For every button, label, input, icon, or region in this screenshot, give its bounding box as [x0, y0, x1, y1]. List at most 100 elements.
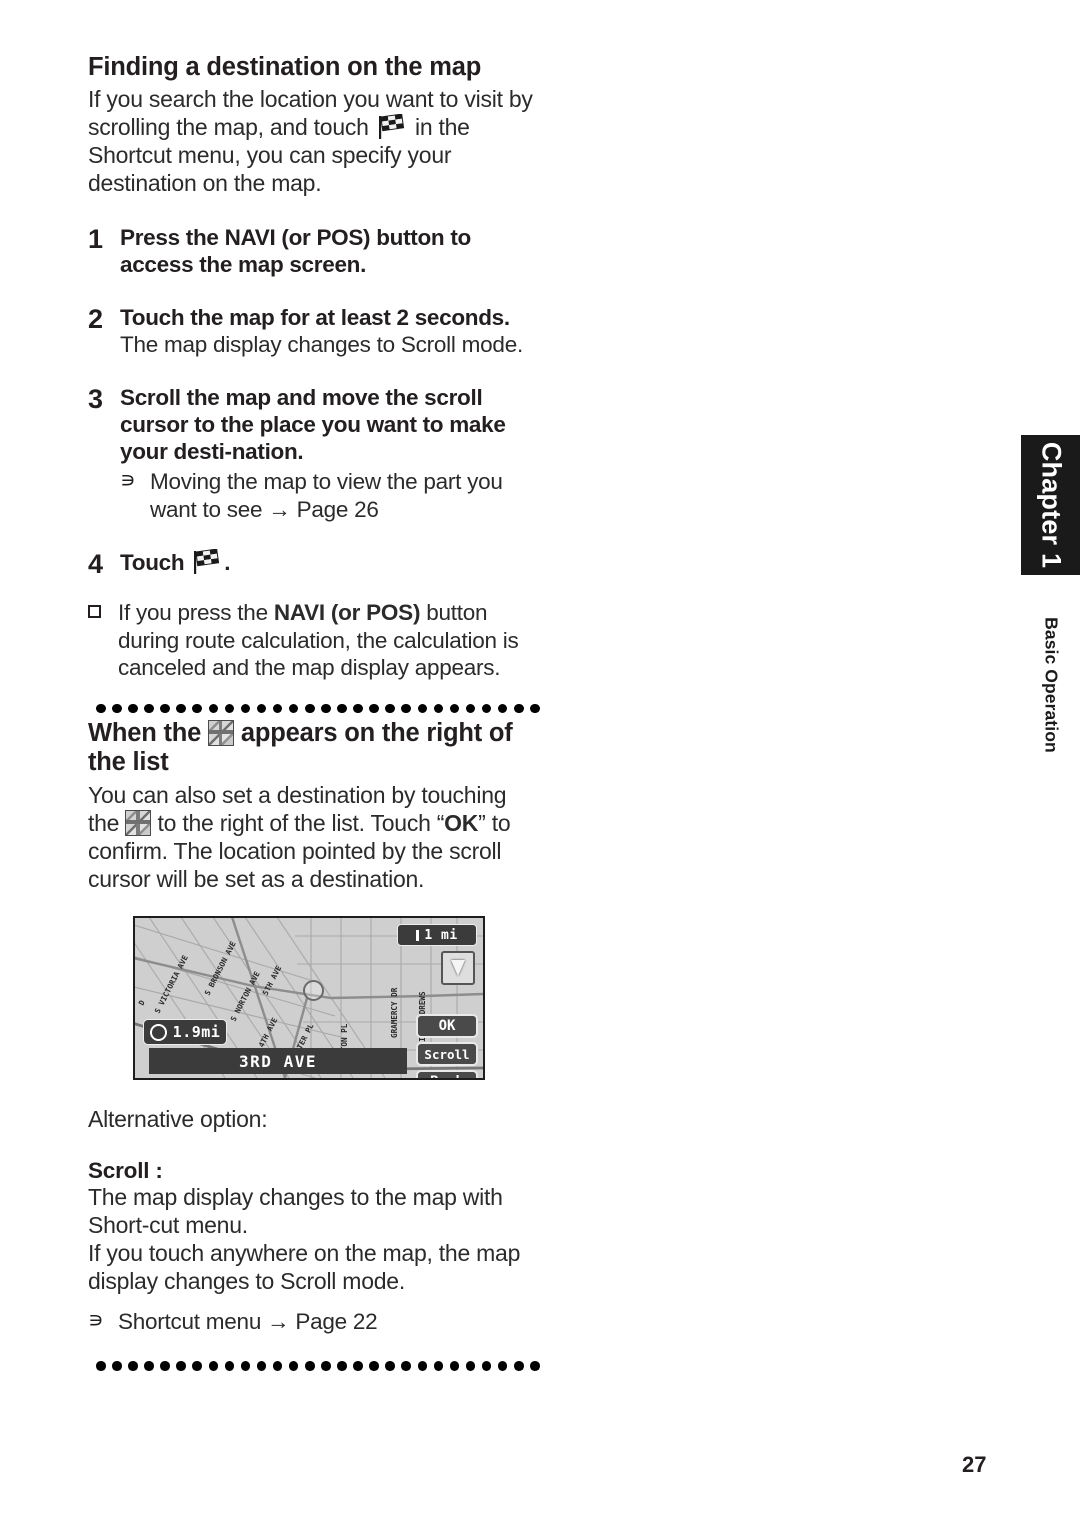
- right-arrow-icon: →: [268, 496, 291, 522]
- separator-dot: [224, 703, 235, 714]
- step-3-page-reference: Page 26: [296, 496, 379, 522]
- compass-button[interactable]: [441, 951, 475, 986]
- svg-text:GRAMERCY DR: GRAMERCY DR: [390, 987, 399, 1038]
- step-3-heading: Scroll the map and move the scroll curso…: [120, 385, 506, 465]
- separator-dot: [449, 703, 460, 714]
- page-number: 27: [962, 1452, 987, 1477]
- scroll-button[interactable]: Scroll: [416, 1042, 478, 1067]
- distance-label: 1.9mi: [172, 1023, 221, 1042]
- step-3-body: Scroll the map and move the scroll curso…: [120, 384, 540, 523]
- back-button[interactable]: Back: [416, 1070, 478, 1079]
- separator-dot: [96, 1361, 106, 1371]
- separator-dot: [256, 1361, 267, 1371]
- loop-arrow-icon: ∍: [88, 1307, 104, 1333]
- alternative-option-label: Alternative option:: [88, 1106, 268, 1133]
- current-street-bar: 3RD AVE: [149, 1048, 407, 1075]
- step-4-heading-pre: Touch: [120, 550, 191, 576]
- separator-dot: [417, 703, 428, 714]
- map-tile-icon: [125, 810, 152, 837]
- separator-dot: [369, 703, 379, 714]
- step-4-heading: Touch .: [120, 548, 540, 576]
- step-1-heading-bold: NAVI (or POS): [224, 224, 371, 250]
- step-4-number: 4: [88, 549, 104, 580]
- step-1-heading: Press the NAVI (or POS) button to access…: [120, 224, 540, 278]
- step-3-note: ∍ Moving the map to view the part you wa…: [120, 468, 540, 523]
- step-4-caution-note: If you press the NAVI (or POS) button du…: [88, 599, 540, 681]
- text-column: Finding a destination on the map If you …: [88, 52, 540, 1377]
- separator-dot: [272, 1361, 283, 1371]
- chapter-subtitle-label: Basic Operation: [1041, 617, 1061, 753]
- separator-dot: [240, 1361, 251, 1371]
- caution-text-bold: NAVI (or POS): [273, 600, 421, 626]
- section2-body-mid: to the right of the list. Touch “: [151, 810, 445, 837]
- separator-dot: [144, 1361, 154, 1371]
- loop-arrow-icon: ∍: [120, 468, 136, 494]
- section2-title-pre: When the: [88, 719, 209, 748]
- separator-dot: [353, 1361, 363, 1371]
- separator-dot: [272, 703, 283, 714]
- separator-dot: [514, 703, 524, 714]
- section-title-when-icon-appears: When the appears on the right of the lis…: [88, 719, 540, 776]
- separator-dot: [128, 1361, 138, 1371]
- alternative-option-body-1: The map display changes to the map with …: [88, 1183, 503, 1238]
- step-1: 1 Press the NAVI (or POS) button to acce…: [88, 224, 540, 278]
- separator-dot: [112, 703, 122, 714]
- separator-dot: [497, 703, 508, 714]
- scale-bar-icon: [416, 929, 420, 941]
- separator-dot: [96, 703, 106, 714]
- step-1-body: Press the NAVI (or POS) button to access…: [120, 224, 540, 278]
- alternative-option-title: Scroll :: [88, 1157, 163, 1183]
- separator-dot: [385, 1361, 395, 1371]
- separator-dot: [128, 703, 138, 714]
- separator-dot: [401, 1361, 411, 1371]
- separator-dot: [337, 703, 347, 714]
- separator-dot: [337, 1361, 347, 1371]
- alt-note-page-reference: Page 22: [295, 1308, 378, 1334]
- compass-arrow-icon: [451, 960, 465, 977]
- scroll-cursor-icon: [303, 980, 324, 1002]
- step-4: 4 Touch .: [88, 548, 540, 580]
- chapter-subtitle: Basic Operation: [1021, 590, 1080, 780]
- caution-text-pre: If you press the: [118, 600, 274, 626]
- separator-dot: [369, 1361, 379, 1371]
- separator-dot: [305, 1361, 315, 1371]
- separator-dot: [192, 703, 202, 714]
- step-2: 2 Touch the map for at least 2 seconds. …: [88, 304, 540, 358]
- hollow-square-bullet-icon: [88, 599, 118, 681]
- separator-dot: [321, 1361, 331, 1371]
- separator-dot: [497, 1361, 508, 1371]
- alternative-option-note-text: Shortcut menu → Page 22: [118, 1308, 540, 1335]
- step-4-body: Touch .: [120, 548, 540, 579]
- ok-button[interactable]: OK: [416, 1014, 478, 1039]
- separator-dot: [530, 1361, 540, 1371]
- checkered-flag-icon: [190, 548, 224, 575]
- separator-dot: [160, 703, 170, 714]
- separator-dot: [353, 703, 363, 714]
- separator-dot: [240, 703, 251, 714]
- separator-dot: [465, 1361, 476, 1371]
- step-2-heading: Touch the map for at least 2 seconds.: [120, 304, 510, 330]
- separator-dot: [224, 1361, 235, 1371]
- separator-dot: [401, 703, 411, 714]
- alternative-option-note: ∍ Shortcut menu → Page 22: [88, 1308, 540, 1335]
- separator-dot: [160, 1361, 170, 1371]
- dotted-separator-bottom: [96, 1361, 540, 1371]
- map-scale-label: 1 mi: [424, 927, 458, 943]
- separator-dot: [514, 1361, 524, 1371]
- separator-dot: [208, 703, 219, 714]
- clock-icon: [149, 1023, 167, 1041]
- map-tile-icon: [208, 720, 235, 747]
- manual-page: Finding a destination on the map If you …: [0, 0, 1080, 1533]
- separator-dot: [321, 703, 331, 714]
- map-scale-indicator: 1 mi: [397, 924, 477, 947]
- separator-dot: [176, 703, 186, 714]
- section2-body-paragraph: You can also set a destination by touchi…: [88, 782, 540, 894]
- separator-dot: [465, 703, 476, 714]
- alt-note-body: Shortcut menu: [118, 1308, 268, 1334]
- step-3: 3 Scroll the map and move the scroll cur…: [88, 384, 540, 523]
- chapter-tab-label: Chapter 1: [1036, 441, 1066, 569]
- step-4-heading-post: .: [224, 550, 231, 576]
- separator-dot: [192, 1361, 202, 1371]
- separator-dot: [144, 703, 154, 714]
- section1-intro-paragraph: If you search the location you want to v…: [88, 86, 540, 198]
